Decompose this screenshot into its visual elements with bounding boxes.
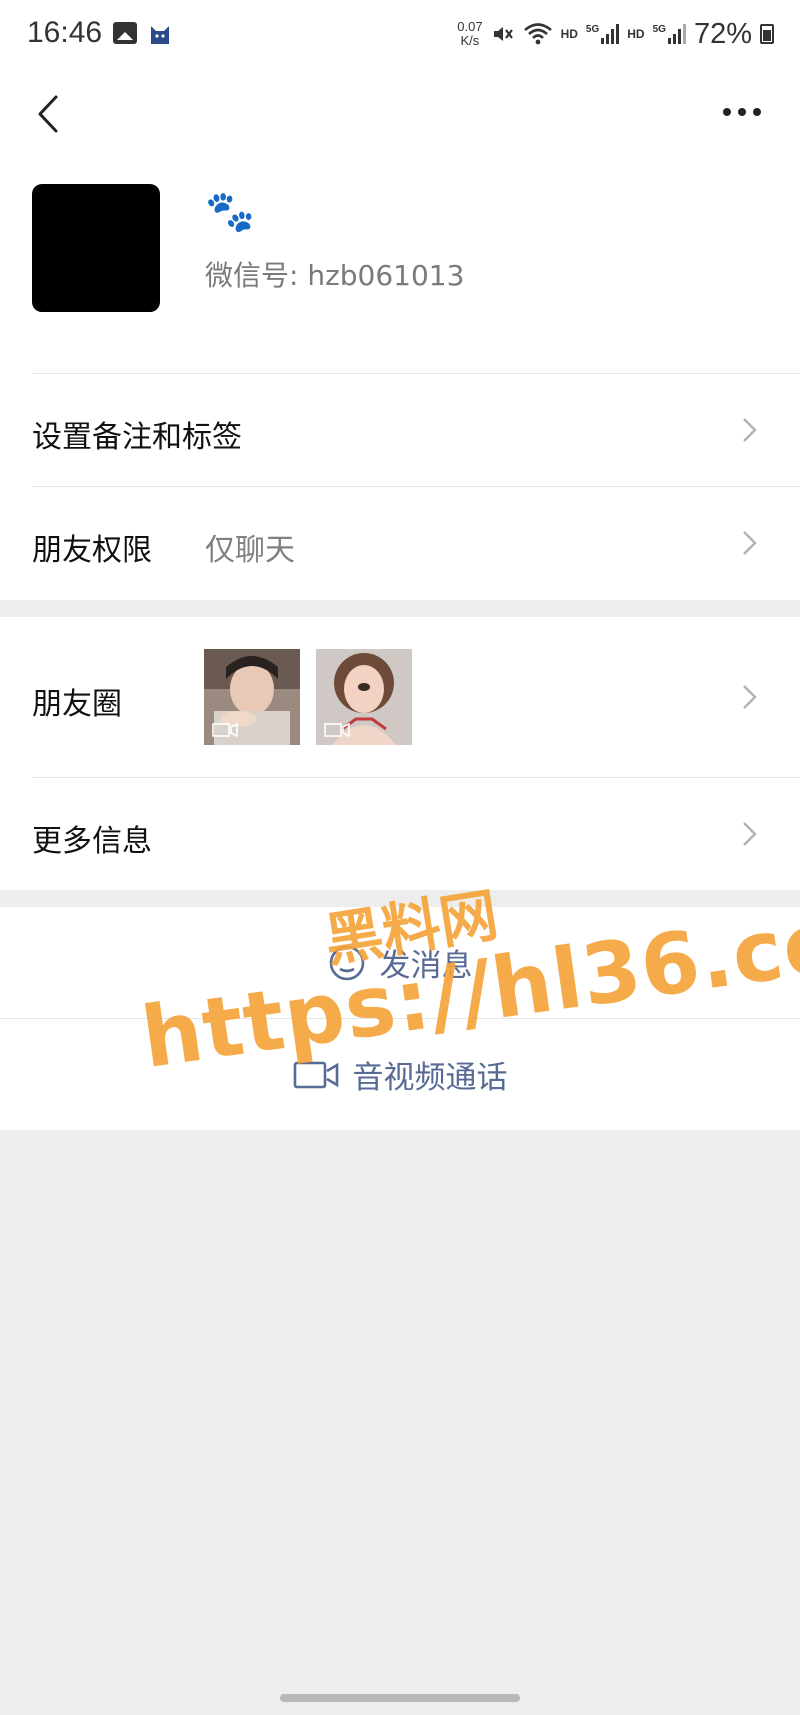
more-info-label: 更多信息 bbox=[32, 824, 152, 859]
friend-permission-row[interactable]: 朋友权限 仅聊天 bbox=[0, 487, 800, 600]
mute-icon bbox=[493, 27, 513, 41]
status-indicators: 0.07 K/s HD 5G HD 5G 72% bbox=[457, 16, 774, 52]
chevron-right-icon bbox=[743, 685, 757, 709]
gallery-notification-icon bbox=[113, 22, 137, 44]
more-options-button[interactable] bbox=[714, 92, 770, 132]
send-message-label: 发消息 bbox=[379, 948, 473, 984]
battery-icon bbox=[760, 24, 774, 44]
friend-permission-value: 仅聊天 bbox=[205, 533, 295, 568]
back-chevron-icon bbox=[38, 95, 58, 133]
video-icon bbox=[324, 723, 350, 737]
chevron-right-icon bbox=[743, 531, 757, 555]
more-dots-icon bbox=[723, 108, 761, 116]
signal-bars-icon bbox=[667, 24, 686, 44]
avatar[interactable] bbox=[32, 184, 160, 312]
signal-1: 5G bbox=[585, 24, 620, 44]
send-message-button[interactable]: 发消息 bbox=[0, 907, 800, 1018]
wifi-icon bbox=[523, 23, 552, 45]
chevron-right-icon bbox=[743, 822, 757, 846]
top-nav-bar bbox=[0, 70, 800, 170]
friend-permission-label: 朋友权限 bbox=[32, 533, 152, 568]
battery-percent: 72% bbox=[693, 17, 752, 50]
signal-2: 5G bbox=[653, 24, 686, 44]
signal-bars-icon bbox=[601, 24, 620, 44]
signal-2-type: 5G bbox=[652, 24, 666, 35]
back-button[interactable] bbox=[28, 90, 68, 138]
moment-thumbnail[interactable] bbox=[316, 649, 412, 745]
network-speed-value: 0.07 bbox=[457, 19, 483, 34]
voice-video-call-button[interactable]: 音视频通话 bbox=[0, 1019, 800, 1130]
video-icon bbox=[212, 723, 238, 737]
moment-thumbnail[interactable] bbox=[204, 649, 300, 745]
moments-label: 朋友圈 bbox=[32, 687, 122, 722]
profile-header: 🐾 微信号: hzb061013 bbox=[0, 170, 800, 374]
hd-label-1: HD bbox=[560, 27, 578, 41]
remark-and-tags-label: 设置备注和标签 bbox=[32, 420, 242, 455]
network-speed-unit: K/s bbox=[460, 33, 480, 48]
home-indicator[interactable] bbox=[280, 1694, 520, 1702]
remark-and-tags-row[interactable]: 设置备注和标签 bbox=[0, 374, 800, 487]
wechat-id: 微信号: hzb061013 bbox=[205, 259, 465, 292]
chat-bubble-icon bbox=[329, 945, 364, 980]
nickname: 🐾 bbox=[205, 189, 255, 235]
hd-label-2: HD bbox=[627, 27, 645, 41]
video-call-icon bbox=[293, 1061, 338, 1088]
voice-video-call-label: 音视频通话 bbox=[352, 1060, 508, 1096]
network-speed: 0.07 K/s bbox=[457, 20, 482, 48]
cat-app-notification-icon bbox=[151, 26, 169, 44]
status-bar: 16:46 0.07 K/s HD 5G HD 5G 72% bbox=[0, 0, 800, 70]
status-time: 16:46 bbox=[27, 16, 103, 49]
signal-1-type: 5G bbox=[585, 24, 600, 35]
more-info-row[interactable]: 更多信息 bbox=[0, 778, 800, 890]
chevron-right-icon bbox=[743, 418, 757, 442]
moments-row[interactable]: 朋友圈 bbox=[0, 617, 800, 778]
